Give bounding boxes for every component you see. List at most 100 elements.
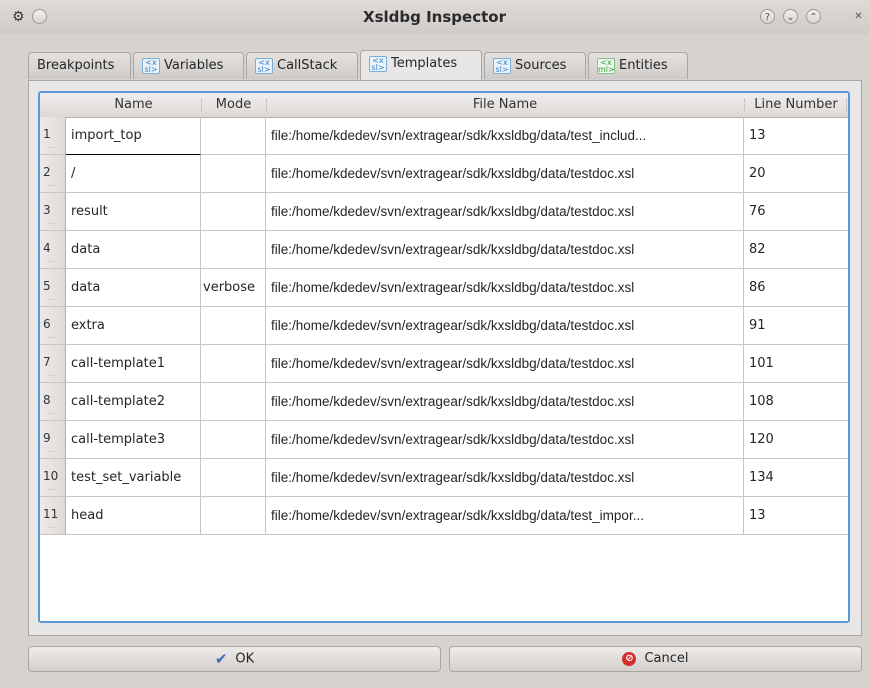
- cell-name[interactable]: call-template2: [66, 383, 201, 421]
- cell-line-number[interactable]: 13: [744, 497, 848, 535]
- cell-line-number[interactable]: 20: [744, 155, 848, 193]
- cell-file-name[interactable]: file:/home/kdedev/svn/extragear/sdk/kxsl…: [266, 155, 744, 193]
- row-resize-handle[interactable]: ···: [48, 487, 55, 494]
- row-header[interactable]: 2 ···: [40, 155, 66, 193]
- minimize-button[interactable]: ⌄: [783, 9, 798, 24]
- cell-file-name[interactable]: file:/home/kdedev/svn/extragear/sdk/kxsl…: [266, 193, 744, 231]
- cell-mode[interactable]: [201, 421, 266, 459]
- table-row[interactable]: 2 ··· / file:/home/kdedev/svn/extragear/sdk…: [40, 155, 848, 193]
- cell-mode[interactable]: [201, 345, 266, 383]
- cell-name[interactable]: result: [66, 193, 201, 231]
- column-header-mode[interactable]: Mode: [201, 93, 266, 117]
- row-resize-handle[interactable]: ···: [48, 259, 55, 266]
- cell-name[interactable]: extra: [66, 307, 201, 345]
- cell-name[interactable]: call-template1: [66, 345, 201, 383]
- column-separator[interactable]: [846, 99, 848, 111]
- table-row[interactable]: 8 ··· call-template2 file:/home/kdedev/svn/…: [40, 383, 848, 421]
- table-row[interactable]: 4 ··· data file:/home/kdedev/svn/extragear/…: [40, 231, 848, 269]
- row-number: 4: [43, 241, 51, 255]
- tab-breakpoints[interactable]: Breakpoints: [28, 52, 131, 79]
- cell-mode[interactable]: [201, 117, 266, 155]
- cell-file-name[interactable]: file:/home/kdedev/svn/extragear/sdk/kxsl…: [266, 117, 744, 155]
- row-resize-handle[interactable]: ···: [48, 221, 55, 228]
- cell-line-number[interactable]: 82: [744, 231, 848, 269]
- row-header[interactable]: 3 ···: [40, 193, 66, 231]
- cancel-button[interactable]: ⊘ Cancel: [449, 646, 862, 672]
- maximize-button[interactable]: ⌃: [806, 9, 821, 24]
- cell-name[interactable]: /: [66, 155, 201, 193]
- cell-line-number[interactable]: 86: [744, 269, 848, 307]
- row-resize-handle[interactable]: ···: [48, 411, 55, 418]
- row-resize-handle[interactable]: ···: [48, 449, 55, 456]
- row-resize-handle[interactable]: ···: [48, 373, 55, 380]
- cell-name[interactable]: import_top: [66, 117, 201, 155]
- cell-mode[interactable]: verbose: [201, 269, 266, 307]
- cell-line-number[interactable]: 91: [744, 307, 848, 345]
- row-resize-handle[interactable]: ···: [48, 183, 55, 190]
- tab-templates[interactable]: <x sl> Templates: [360, 50, 482, 80]
- row-resize-handle[interactable]: ···: [48, 525, 55, 532]
- row-number: 10: [43, 469, 59, 483]
- table-header: Name Mode File Name Line Number: [40, 93, 848, 118]
- cell-name[interactable]: test_set_variable: [66, 459, 201, 497]
- cell-file-name[interactable]: file:/home/kdedev/svn/extragear/sdk/kxsl…: [266, 307, 744, 345]
- cell-file-name[interactable]: file:/home/kdedev/svn/extragear/sdk/kxsl…: [266, 345, 744, 383]
- cell-name[interactable]: data: [66, 269, 201, 307]
- cell-line-number[interactable]: 108: [744, 383, 848, 421]
- ok-button[interactable]: ✔ OK: [28, 646, 441, 672]
- cell-name[interactable]: call-template3: [66, 421, 201, 459]
- cell-file-name[interactable]: file:/home/kdedev/svn/extragear/sdk/kxsl…: [266, 269, 744, 307]
- cell-file-name[interactable]: file:/home/kdedev/svn/extragear/sdk/kxsl…: [266, 497, 744, 535]
- cell-line-number[interactable]: 101: [744, 345, 848, 383]
- help-button[interactable]: ?: [760, 9, 775, 24]
- tab-sources[interactable]: <x sl> Sources: [484, 52, 586, 79]
- cell-mode[interactable]: [201, 307, 266, 345]
- cell-file-name[interactable]: file:/home/kdedev/svn/extragear/sdk/kxsl…: [266, 383, 744, 421]
- table-row[interactable]: 3 ··· result file:/home/kdedev/svn/extragea…: [40, 193, 848, 231]
- tab-entities[interactable]: <x ml> Entities: [588, 52, 688, 79]
- column-header-name[interactable]: Name: [66, 93, 201, 117]
- table-row[interactable]: 7 ··· call-template1 file:/home/kdedev/svn/…: [40, 345, 848, 383]
- cell-mode[interactable]: [201, 497, 266, 535]
- row-header[interactable]: 4 ···: [40, 231, 66, 269]
- title-bar[interactable]: ⚙ Xsldbg Inspector ? ⌄ ⌃ ✕: [0, 0, 869, 34]
- column-header-file-name[interactable]: File Name: [266, 93, 744, 117]
- cell-mode[interactable]: [201, 155, 266, 193]
- row-header[interactable]: 6 ···: [40, 307, 66, 345]
- row-header[interactable]: 5 ···: [40, 269, 66, 307]
- cell-line-number[interactable]: 13: [744, 117, 848, 155]
- tab-variables[interactable]: <x sl> Variables: [133, 52, 244, 79]
- cell-file-name[interactable]: file:/home/kdedev/svn/extragear/sdk/kxsl…: [266, 459, 744, 497]
- row-resize-handle[interactable]: ···: [48, 145, 55, 152]
- tab-callstack[interactable]: <x sl> CallStack: [246, 52, 358, 79]
- cell-line-number[interactable]: 76: [744, 193, 848, 231]
- cell-name[interactable]: head: [66, 497, 201, 535]
- row-header[interactable]: 10 ···: [40, 459, 66, 497]
- cell-line-number[interactable]: 134: [744, 459, 848, 497]
- cell-mode[interactable]: [201, 383, 266, 421]
- cell-mode[interactable]: [201, 459, 266, 497]
- close-button[interactable]: ✕: [851, 9, 866, 24]
- row-header[interactable]: 7 ···: [40, 345, 66, 383]
- cell-file-name[interactable]: file:/home/kdedev/svn/extragear/sdk/kxsl…: [266, 421, 744, 459]
- row-resize-handle[interactable]: ···: [48, 335, 55, 342]
- cell-mode[interactable]: [201, 193, 266, 231]
- row-header[interactable]: 1 ···: [40, 117, 66, 155]
- cell-mode[interactable]: [201, 231, 266, 269]
- templates-table[interactable]: Name Mode File Name Line Number 1 ··· impo…: [38, 91, 850, 623]
- row-header[interactable]: 11 ···: [40, 497, 66, 535]
- table-row[interactable]: 1 ··· import_top file:/home/kdedev/svn/extr…: [40, 117, 848, 155]
- row-resize-handle[interactable]: ···: [48, 297, 55, 304]
- table-row[interactable]: 11 ··· head file:/home/kdedev/svn/extragear…: [40, 497, 848, 535]
- row-header[interactable]: 8 ···: [40, 383, 66, 421]
- tab-label: Templates: [391, 56, 458, 71]
- table-row[interactable]: 9 ··· call-template3 file:/home/kdedev/svn/…: [40, 421, 848, 459]
- cell-name[interactable]: data: [66, 231, 201, 269]
- cell-line-number[interactable]: 120: [744, 421, 848, 459]
- table-row[interactable]: 5 ··· data verbose file:/home/kdedev/svn/ext…: [40, 269, 848, 307]
- table-row[interactable]: 6 ··· extra file:/home/kdedev/svn/extragear…: [40, 307, 848, 345]
- row-header[interactable]: 9 ···: [40, 421, 66, 459]
- table-row[interactable]: 10 ··· test_set_variable file:/home/kdedev/…: [40, 459, 848, 497]
- column-header-line-number[interactable]: Line Number: [744, 93, 848, 117]
- cell-file-name[interactable]: file:/home/kdedev/svn/extragear/sdk/kxsl…: [266, 231, 744, 269]
